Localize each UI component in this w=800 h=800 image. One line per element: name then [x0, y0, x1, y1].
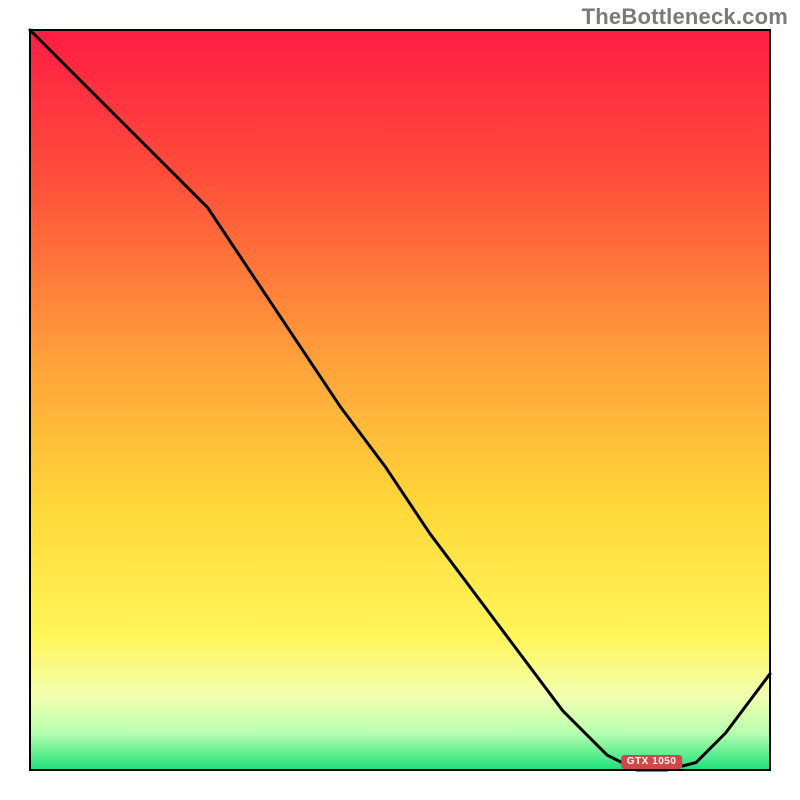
chart-stage: TheBottleneck.com GTX 1050 — [0, 0, 800, 800]
bottleneck-chart — [0, 0, 800, 800]
optimal-gpu-marker: GTX 1050 — [621, 755, 683, 769]
